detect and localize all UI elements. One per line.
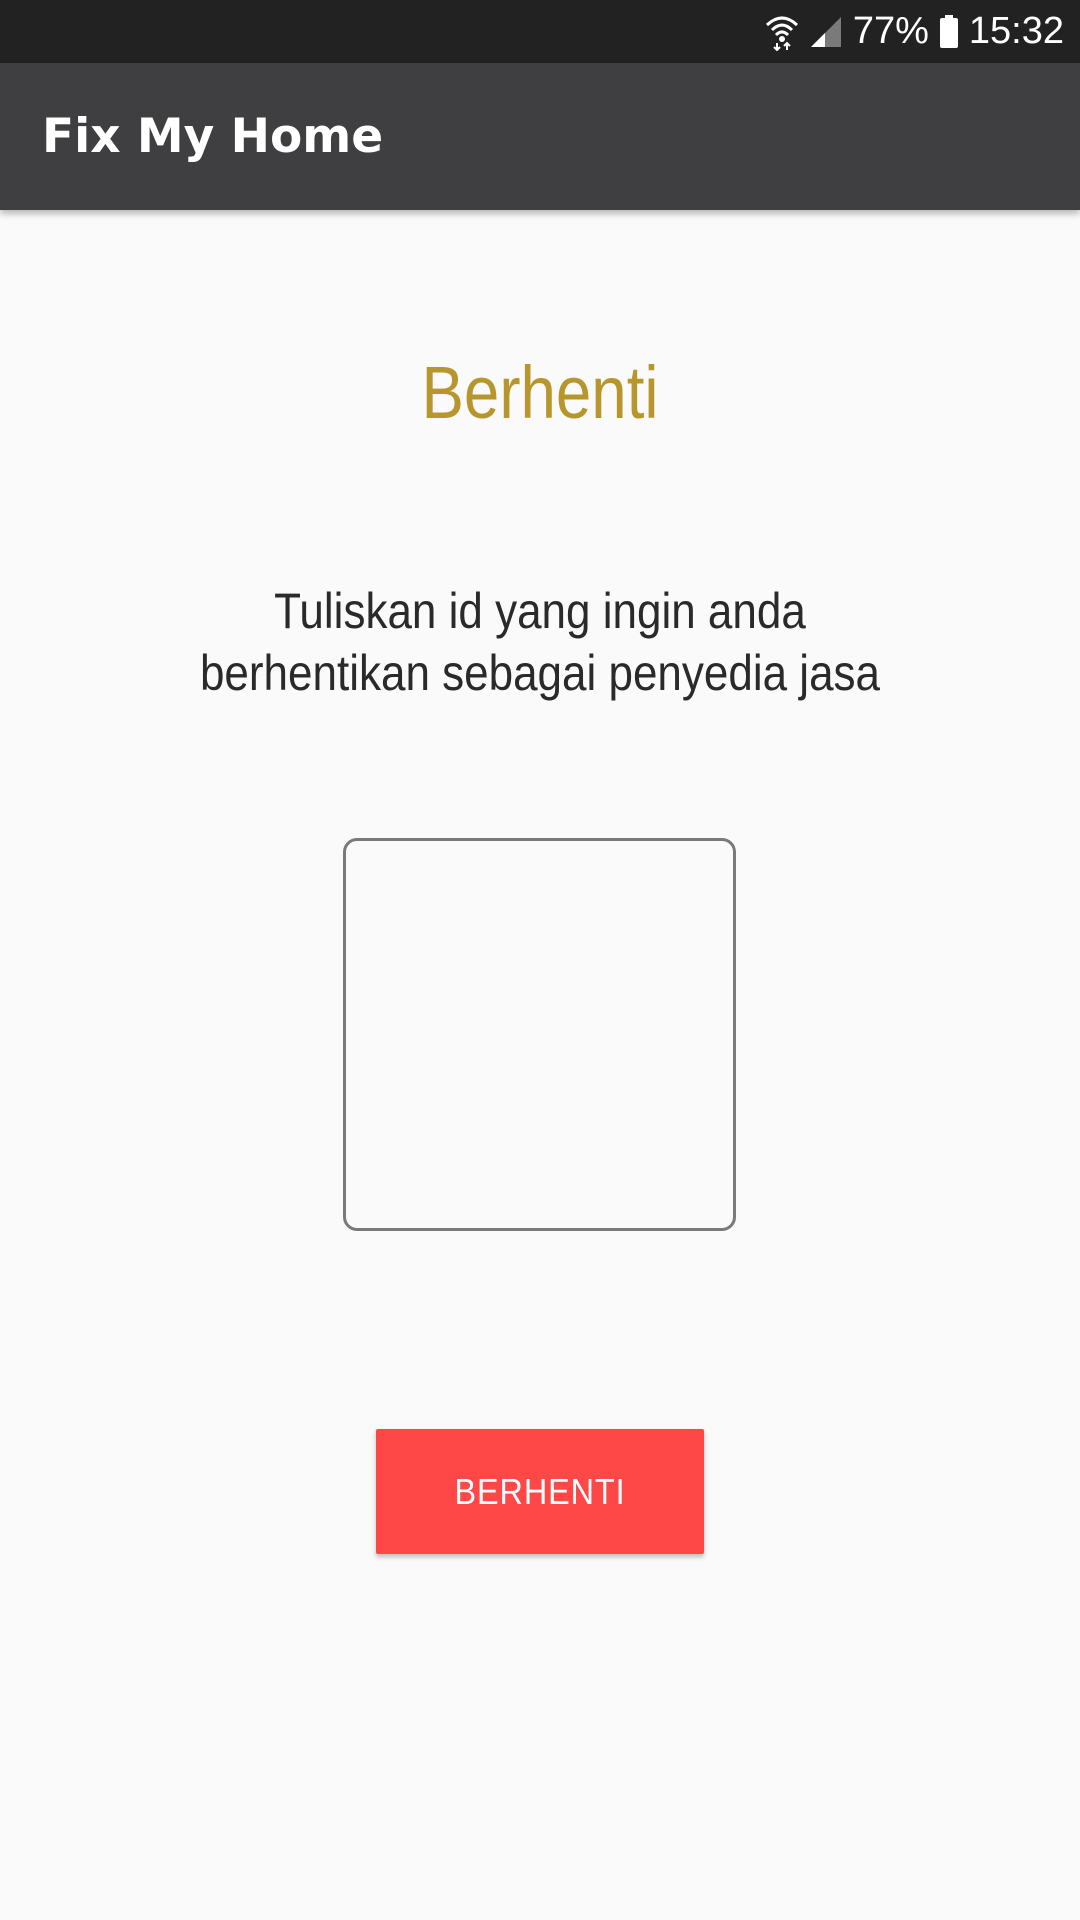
battery-icon bbox=[939, 14, 959, 49]
instruction-text: Tuliskan id yang ingin anda berhentikan … bbox=[144, 580, 936, 704]
wifi-icon bbox=[765, 13, 799, 51]
instruction-line-1: Tuliskan id yang ingin anda bbox=[274, 583, 806, 639]
battery-percent: 77% bbox=[852, 10, 929, 52]
id-input[interactable] bbox=[343, 838, 736, 1231]
signal-icon bbox=[809, 15, 843, 49]
stop-button[interactable]: BERHENTI bbox=[376, 1429, 704, 1554]
status-time: 15:32 bbox=[968, 10, 1064, 52]
stop-button-label: BERHENTI bbox=[454, 1470, 626, 1512]
app-title: Fix My Home bbox=[42, 109, 384, 164]
status-bar: 77% 15:32 bbox=[0, 0, 1080, 63]
app-bar: Fix My Home bbox=[0, 63, 1080, 210]
page-heading: Berhenti bbox=[421, 351, 659, 434]
instruction-line-2: berhentikan sebagai penyedia jasa bbox=[199, 645, 881, 701]
